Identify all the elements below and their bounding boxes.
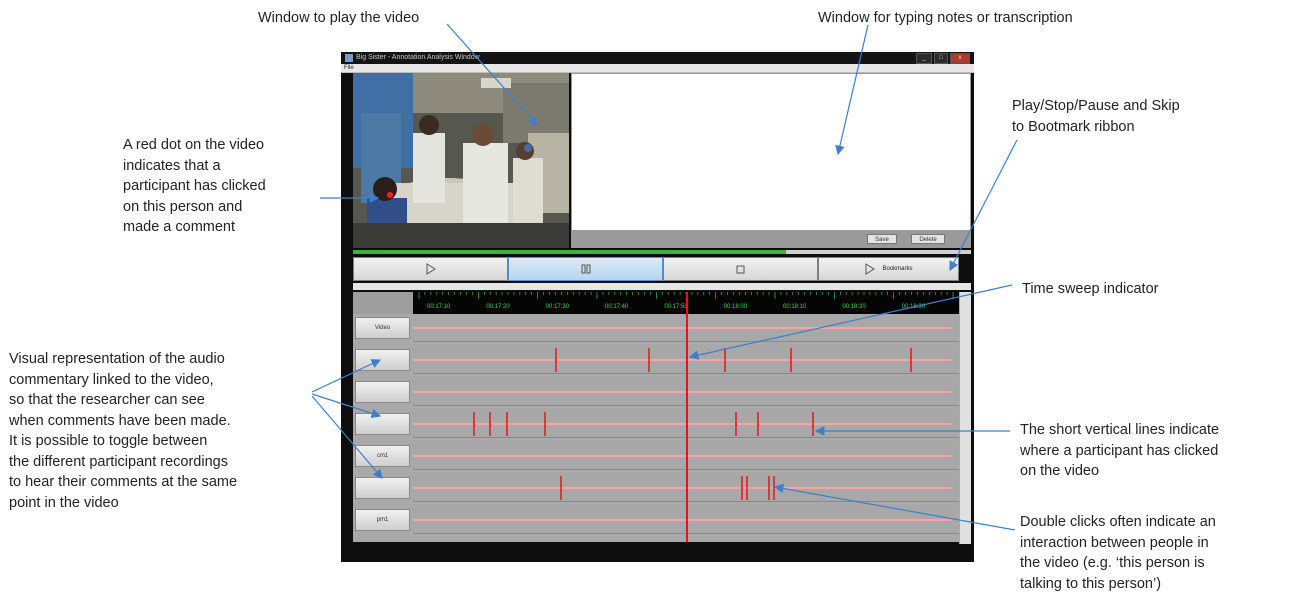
arrow-audio-1 — [311, 359, 382, 393]
arrow-double-clicks — [773, 483, 1016, 531]
arrow-time-sweep — [688, 284, 1013, 360]
arrow-audio-2 — [311, 393, 382, 418]
callout-arrows — [311, 23, 1018, 531]
arrow-ribbon — [949, 139, 1018, 272]
arrow-audio-3 — [311, 395, 383, 479]
arrow-video-window — [446, 23, 538, 126]
arrow-notes-window — [835, 24, 869, 156]
